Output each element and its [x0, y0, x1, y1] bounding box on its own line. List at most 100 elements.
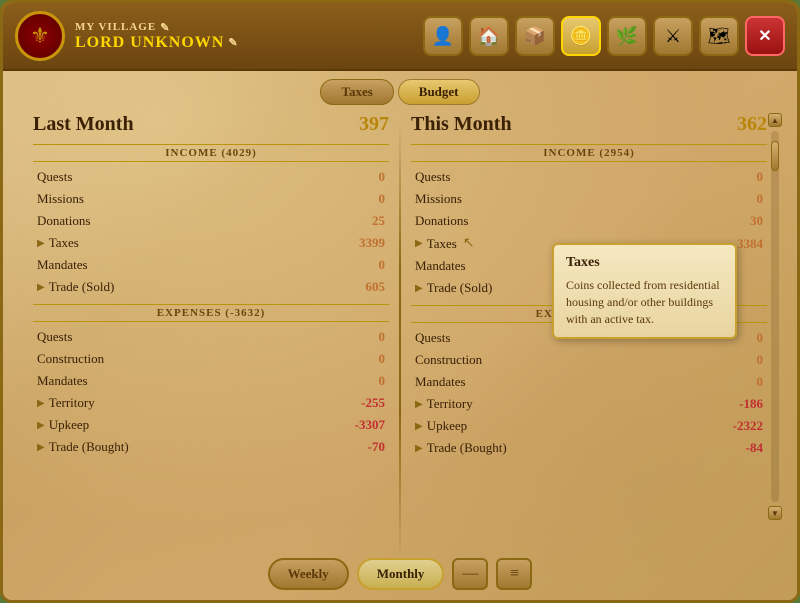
monthly-button[interactable]: Monthly	[357, 558, 445, 590]
content-area: Last Month 397 INCOME (4029) Quests 0 Mi…	[3, 113, 797, 570]
row-value: 0	[757, 330, 764, 346]
row-value: 0	[379, 169, 386, 185]
list-item: Donations 25	[33, 210, 389, 232]
list-item[interactable]: ▶ Trade (Sold) 605	[33, 276, 389, 298]
expand-arrow-icon[interactable]: ▶	[415, 421, 423, 432]
this-month-header: This Month 362	[411, 113, 767, 136]
expand-arrow-icon[interactable]: ▶	[37, 282, 45, 293]
list-item: Mandates 0	[33, 254, 389, 276]
expand-arrow-icon[interactable]: ▶	[415, 238, 423, 249]
list-item: Quests 0	[33, 326, 389, 348]
row-label: Missions	[415, 191, 462, 207]
lord-name: LORD UNKNOWN ✎	[75, 34, 423, 52]
row-label: ▶ Upkeep	[37, 417, 89, 433]
row-value: 0	[379, 329, 386, 345]
village-name: MY VILLAGE ✎	[75, 21, 423, 34]
row-value: 0	[379, 257, 386, 273]
list-item: Quests 0	[411, 166, 767, 188]
list-item[interactable]: ▶ Upkeep -2322	[411, 415, 767, 437]
list-item: Missions 0	[411, 188, 767, 210]
expand-arrow-icon[interactable]: ▶	[37, 442, 45, 453]
row-value: 0	[379, 351, 386, 367]
list-item[interactable]: ▶ Upkeep -3307	[33, 414, 389, 436]
list-item[interactable]: ▶ Trade (Bought) -70	[33, 436, 389, 458]
row-value: -186	[739, 396, 763, 412]
row-value: 3384	[737, 236, 763, 252]
row-label: ▶ Trade (Bought)	[415, 440, 507, 456]
list-item[interactable]: ▶ Trade (Bought) -84	[411, 437, 767, 459]
expand-arrow-icon[interactable]: ▶	[37, 398, 45, 409]
game-window: ⚜ MY VILLAGE ✎ LORD UNKNOWN ✎ 👤 🏠 📦 🪙 🌿 …	[0, 0, 800, 603]
nav-person-btn[interactable]: 👤	[423, 16, 463, 56]
row-label: ▶ Taxes	[37, 235, 79, 251]
village-info: MY VILLAGE ✎ LORD UNKNOWN ✎	[75, 21, 423, 52]
list-item: Missions 0	[33, 188, 389, 210]
tooltip-title: Taxes	[566, 255, 723, 271]
this-month-title: This Month	[411, 113, 512, 136]
list-view-button[interactable]: ≡	[496, 558, 532, 590]
row-label: Quests	[415, 330, 450, 346]
row-label: Mandates	[37, 257, 88, 273]
row-label: Mandates	[37, 373, 88, 389]
taxes-tooltip: Taxes Coins collected from residential h…	[552, 243, 737, 339]
this-month-income-header: INCOME (2954)	[411, 144, 767, 162]
tab-budget[interactable]: Budget	[398, 79, 480, 105]
nav-sword-btn[interactable]: ⚔	[653, 16, 693, 56]
cursor-icon: ↖	[463, 235, 475, 252]
expand-arrow-icon[interactable]: ▶	[415, 399, 423, 410]
expand-arrow-icon[interactable]: ▶	[415, 283, 423, 294]
row-value: 0	[757, 374, 764, 390]
row-label: Construction	[37, 351, 104, 367]
lord-name-text: LORD UNKNOWN	[75, 34, 224, 52]
list-item[interactable]: ▶ Territory -255	[33, 392, 389, 414]
row-value: 3399	[359, 235, 385, 251]
fleur-de-lis-icon: ⚜	[30, 23, 50, 49]
list-item: Donations 30	[411, 210, 767, 232]
row-label: Construction	[415, 352, 482, 368]
expand-arrow-icon[interactable]: ▶	[37, 420, 45, 431]
expand-arrow-icon[interactable]: ▶	[415, 443, 423, 454]
last-month-column: Last Month 397 INCOME (4029) Quests 0 Mi…	[23, 113, 399, 570]
row-value: -3307	[355, 417, 385, 433]
row-value: 30	[750, 213, 763, 229]
last-month-income-header: INCOME (4029)	[33, 144, 389, 162]
row-label: Quests	[415, 169, 450, 185]
edit-lord-icon[interactable]: ✎	[228, 36, 238, 49]
tab-taxes[interactable]: Taxes	[320, 79, 393, 105]
nav-chest-btn[interactable]: 📦	[515, 16, 555, 56]
list-item: Mandates 0	[411, 371, 767, 393]
header: ⚜ MY VILLAGE ✎ LORD UNKNOWN ✎ 👤 🏠 📦 🪙 🌿 …	[3, 3, 797, 71]
row-value: 0	[757, 169, 764, 185]
nav-house-btn[interactable]: 🏠	[469, 16, 509, 56]
last-month-expenses-header: EXPENSES (-3632)	[33, 304, 389, 322]
close-button[interactable]: ✕	[745, 16, 785, 56]
row-label: Quests	[37, 329, 72, 345]
nav-coin-btn[interactable]: 🪙	[561, 16, 601, 56]
chart-view-button[interactable]: —	[452, 558, 488, 590]
list-item[interactable]: ▶ Territory -186	[411, 393, 767, 415]
list-item: Mandates 0	[33, 370, 389, 392]
row-label: Missions	[37, 191, 84, 207]
nav-icons: 👤 🏠 📦 🪙 🌿 ⚔ 🗺 ✕	[423, 16, 785, 56]
row-label: ▶ Trade (Bought)	[37, 439, 129, 455]
list-item: Construction 0	[33, 348, 389, 370]
weekly-button[interactable]: Weekly	[268, 558, 349, 590]
expand-arrow-icon[interactable]: ▶	[37, 238, 45, 249]
row-label: ▶ Territory	[415, 396, 473, 412]
row-value: -84	[746, 440, 763, 456]
this-month-total: 362	[737, 113, 767, 136]
row-label: Quests	[37, 169, 72, 185]
list-item: Quests 0	[33, 166, 389, 188]
edit-village-icon[interactable]: ✎	[160, 21, 170, 34]
village-emblem: ⚜	[15, 11, 65, 61]
row-value: 0	[379, 373, 386, 389]
row-label: ▶ Upkeep	[415, 418, 467, 434]
nav-wreath-btn[interactable]: 🌿	[607, 16, 647, 56]
nav-map-btn[interactable]: 🗺	[699, 16, 739, 56]
last-month-title: Last Month	[33, 113, 134, 136]
last-month-total: 397	[359, 113, 389, 136]
this-month-column: This Month 362 INCOME (2954) Quests 0 Mi…	[401, 113, 777, 570]
row-value: -2322	[733, 418, 763, 434]
list-item[interactable]: ▶ Taxes 3399	[33, 232, 389, 254]
row-label: Donations	[37, 213, 90, 229]
